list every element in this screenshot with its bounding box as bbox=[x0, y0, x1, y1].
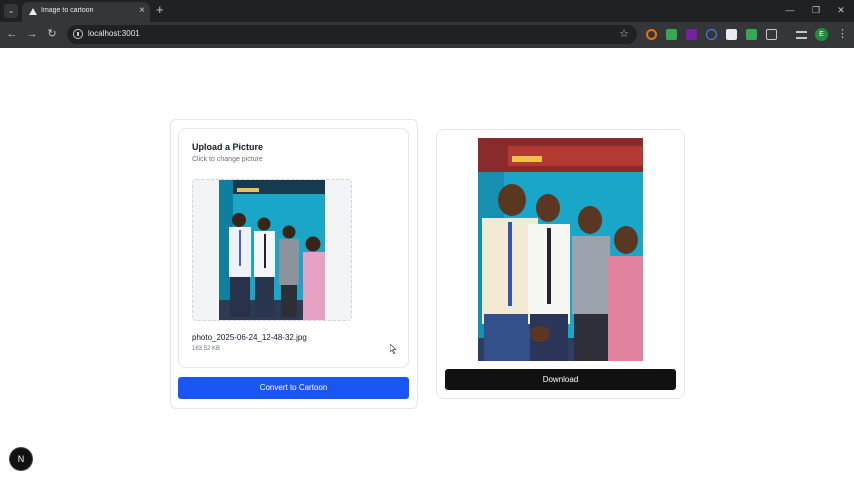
extension-dollar-icon[interactable] bbox=[746, 29, 757, 40]
file-size: 163.52 KB bbox=[192, 346, 221, 352]
browser-toolbar: ← → ↻ localhost:3001 ☆ E ⋮ bbox=[0, 22, 854, 48]
extensions-puzzle-icon[interactable] bbox=[766, 29, 777, 40]
url-text[interactable]: localhost:3001 bbox=[88, 29, 140, 38]
browser-titlebar: ⌄ Image to cartoon × + — ❐ ✕ bbox=[0, 0, 854, 22]
tab-close-icon[interactable]: × bbox=[139, 5, 145, 17]
triangle-favicon-icon bbox=[29, 8, 37, 15]
media-queue-icon[interactable] bbox=[796, 31, 807, 39]
uploaded-photo-thumbnail[interactable] bbox=[219, 180, 325, 320]
extension-cc-icon[interactable] bbox=[726, 29, 737, 40]
reload-icon[interactable]: ↻ bbox=[45, 27, 59, 41]
browser-tab[interactable]: Image to cartoon × bbox=[22, 2, 150, 22]
extension-purple-icon[interactable] bbox=[686, 29, 697, 40]
tab-list-chevron-down-icon[interactable]: ⌄ bbox=[4, 4, 18, 18]
upload-subtitle: Click to change picture bbox=[192, 156, 263, 163]
file-name: photo_2025-06-24_12-48-32.jpg bbox=[192, 333, 307, 342]
tab-title: Image to cartoon bbox=[41, 7, 94, 14]
bookmark-star-icon[interactable]: ☆ bbox=[619, 27, 629, 40]
browser-menu-icon[interactable]: ⋮ bbox=[837, 27, 848, 41]
cartoon-result-image bbox=[478, 138, 643, 361]
profile-avatar[interactable]: E bbox=[815, 28, 828, 41]
new-tab-plus-icon[interactable]: + bbox=[156, 3, 164, 17]
convert-to-cartoon-button[interactable]: Convert to Cartoon bbox=[178, 377, 409, 399]
upload-title: Upload a Picture bbox=[192, 142, 264, 152]
back-arrow-icon[interactable]: ← bbox=[5, 27, 19, 41]
forward-arrow-icon[interactable]: → bbox=[25, 27, 39, 41]
mouse-pointer-icon bbox=[390, 344, 397, 354]
nextjs-dev-indicator-icon[interactable]: N bbox=[10, 448, 32, 470]
close-window-icon[interactable]: ✕ bbox=[831, 3, 851, 17]
minimize-icon[interactable]: — bbox=[780, 3, 800, 17]
site-info-icon[interactable] bbox=[73, 29, 83, 39]
extension-shield-icon[interactable] bbox=[666, 29, 677, 40]
download-button[interactable]: Download bbox=[445, 369, 676, 390]
maximize-icon[interactable]: ❐ bbox=[806, 3, 826, 17]
address-bar[interactable]: localhost:3001 ☆ bbox=[67, 25, 637, 44]
extension-orange-icon[interactable] bbox=[646, 29, 657, 40]
extension-search-icon[interactable] bbox=[706, 29, 717, 40]
